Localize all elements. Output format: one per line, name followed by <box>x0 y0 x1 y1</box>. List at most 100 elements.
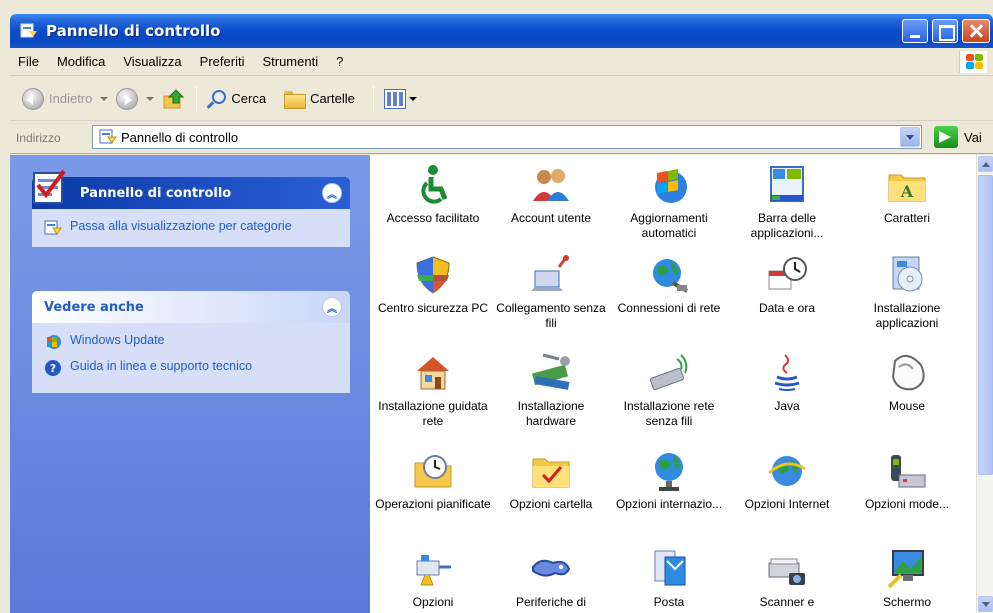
item-label: Accesso facilitato <box>386 211 480 225</box>
control-panel-item[interactable]: Opzioni Internet <box>728 449 846 512</box>
control-panel-item[interactable]: Centro sicurezza PC <box>374 253 492 316</box>
forward-arrow-icon <box>116 87 139 110</box>
folder-icon <box>284 90 307 109</box>
control-panel-item[interactable]: Account utente <box>492 163 610 226</box>
control-panel-item[interactable]: Opzioni <box>374 547 492 610</box>
item-label: Schermo <box>882 595 932 609</box>
control-panel-item[interactable]: Operazioni pianificate <box>374 449 492 512</box>
control-panel-item[interactable]: Connessioni di rete <box>610 253 728 316</box>
windows-update-link[interactable]: Windows Update <box>44 333 338 351</box>
item-label: Account utente <box>510 211 592 225</box>
chevron-down-icon[interactable] <box>146 96 155 101</box>
power-options-icon <box>411 547 455 591</box>
panel-title: Pannello di controllo <box>80 185 232 201</box>
control-panel-item[interactable]: A Caratteri <box>848 163 966 226</box>
control-panel-item[interactable]: Barra delle applicazioni... <box>728 163 846 241</box>
address-input[interactable]: Pannello di controllo <box>92 125 922 149</box>
item-label: Installazione guidata rete <box>378 399 488 428</box>
network-globe-icon <box>647 253 691 297</box>
menu-visualizza[interactable]: Visualizza <box>114 54 190 69</box>
panel-header[interactable]: Pannello di controllo ︽ <box>32 169 350 209</box>
forward-button[interactable] <box>112 83 158 115</box>
control-panel-item[interactable]: Collegamento senza fili <box>492 253 610 331</box>
panel-header[interactable]: Vedere anche ︽ <box>32 291 350 323</box>
control-panel-panel: Pannello di controllo ︽ Passa alla visua… <box>32 169 350 247</box>
back-label: Indietro <box>49 91 93 106</box>
item-label: Periferiche di <box>515 595 587 609</box>
date-time-icon <box>765 253 809 297</box>
control-panel-item[interactable]: Schermo <box>848 547 966 610</box>
taskbar-icon <box>765 163 809 207</box>
control-panel-item[interactable]: Java <box>728 351 846 414</box>
chevron-up-icon[interactable]: ︽ <box>322 297 342 317</box>
item-label: Connessioni di rete <box>617 301 721 315</box>
windows-update-icon <box>44 333 62 351</box>
regional-globe-icon <box>647 449 691 493</box>
menu-preferiti[interactable]: Preferiti <box>191 54 254 69</box>
control-panel-item[interactable]: Installazione applicazioni <box>848 253 966 331</box>
scrollbar-thumb[interactable] <box>978 175 993 475</box>
views-button[interactable] <box>380 83 421 115</box>
scroll-down-button[interactable] <box>978 596 993 612</box>
mouse-icon <box>885 351 929 395</box>
control-panel-item[interactable]: Opzioni cartella <box>492 449 610 512</box>
user-accounts-icon <box>529 163 573 207</box>
java-cup-icon <box>765 351 809 395</box>
chevron-up-icon[interactable]: ︽ <box>322 183 342 203</box>
window-title: Pannello di controllo <box>46 22 221 40</box>
control-panel-item[interactable]: Aggiornamenti automatici <box>610 163 728 241</box>
control-panel-item[interactable]: Installazione hardware <box>492 351 610 429</box>
accessibility-icon <box>411 163 455 207</box>
phone-modem-icon <box>885 449 929 493</box>
scroll-up-button[interactable] <box>978 156 993 172</box>
control-panel-item[interactable]: Periferiche di <box>492 547 610 610</box>
control-panel-item[interactable]: Scanner e <box>728 547 846 610</box>
control-panel-item[interactable]: Posta <box>610 547 728 610</box>
close-button[interactable] <box>962 19 990 43</box>
menu-help[interactable]: ? <box>327 54 352 69</box>
search-button[interactable]: Cerca <box>203 83 270 115</box>
help-and-support-link[interactable]: ? Guida in linea e supporto tecnico <box>44 359 338 377</box>
link-label: Windows Update <box>70 333 165 347</box>
title-bar[interactable]: Pannello di controllo <box>10 14 993 48</box>
toolbar: Indietro Cerca Cartelle <box>10 77 993 121</box>
mail-icon <box>647 547 691 591</box>
control-panel-item[interactable]: Opzioni mode... <box>848 449 966 512</box>
vertical-scrollbar[interactable] <box>976 155 993 613</box>
address-value: Pannello di controllo <box>121 129 239 145</box>
see-also-panel: Vedere anche ︽ Windows Update ? Guida in… <box>32 291 350 393</box>
maximize-button[interactable] <box>932 19 958 43</box>
menu-file[interactable]: File <box>10 54 48 69</box>
back-button[interactable]: Indietro <box>18 83 112 115</box>
menu-bar: File Modifica Visualizza Preferiti Strum… <box>10 48 993 76</box>
search-icon <box>207 89 227 109</box>
minimize-button[interactable] <box>902 19 928 43</box>
control-panel-item[interactable]: Data e ora <box>728 253 846 316</box>
go-button[interactable]: Vai <box>934 126 982 148</box>
chevron-down-icon[interactable] <box>100 96 109 101</box>
control-panel-item[interactable]: Installazione guidata rete <box>374 351 492 429</box>
switch-to-category-view-link[interactable]: Passa alla visualizzazione per categorie <box>44 219 338 237</box>
control-panel-checklist-icon <box>28 167 72 207</box>
folders-button[interactable]: Cartelle <box>280 83 359 115</box>
up-folder-button[interactable] <box>158 83 190 115</box>
control-panel-icon <box>44 219 62 237</box>
control-panel-item[interactable]: Installazione rete senza fili <box>610 351 728 429</box>
control-panel-item[interactable]: Mouse <box>848 351 966 414</box>
chevron-down-icon[interactable] <box>408 96 417 101</box>
item-label: Data e ora <box>758 301 816 315</box>
control-panel-item[interactable]: Accesso facilitato <box>374 163 492 226</box>
menu-modifica[interactable]: Modifica <box>48 54 114 69</box>
control-panel-item[interactable]: Opzioni internazio... <box>610 449 728 512</box>
go-arrow-icon <box>934 126 958 148</box>
address-dropdown-button[interactable] <box>900 127 920 147</box>
task-pane: Pannello di controllo ︽ Passa alla visua… <box>10 155 370 613</box>
up-arrow-icon <box>162 87 186 111</box>
item-label: Centro sicurezza PC <box>377 301 489 315</box>
wireless-link-icon <box>529 253 573 297</box>
game-controllers-icon <box>529 547 573 591</box>
menu-strumenti[interactable]: Strumenti <box>253 54 327 69</box>
scheduled-tasks-icon <box>411 449 455 493</box>
link-label: Passa alla visualizzazione per categorie <box>70 219 292 233</box>
item-label: Installazione hardware <box>517 399 585 428</box>
